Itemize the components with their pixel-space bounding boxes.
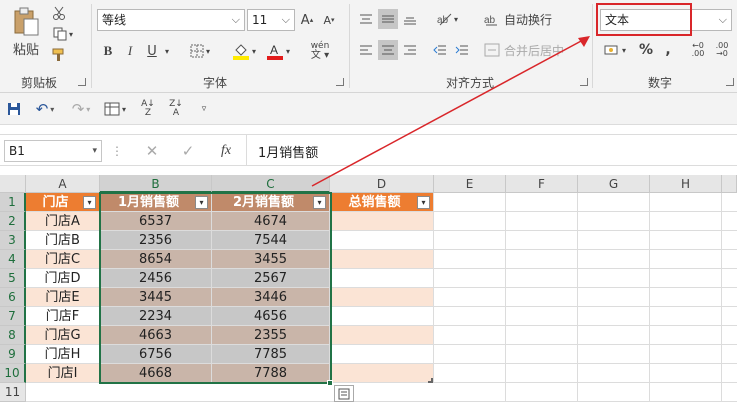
annotation-arrow: [311, 36, 590, 187]
